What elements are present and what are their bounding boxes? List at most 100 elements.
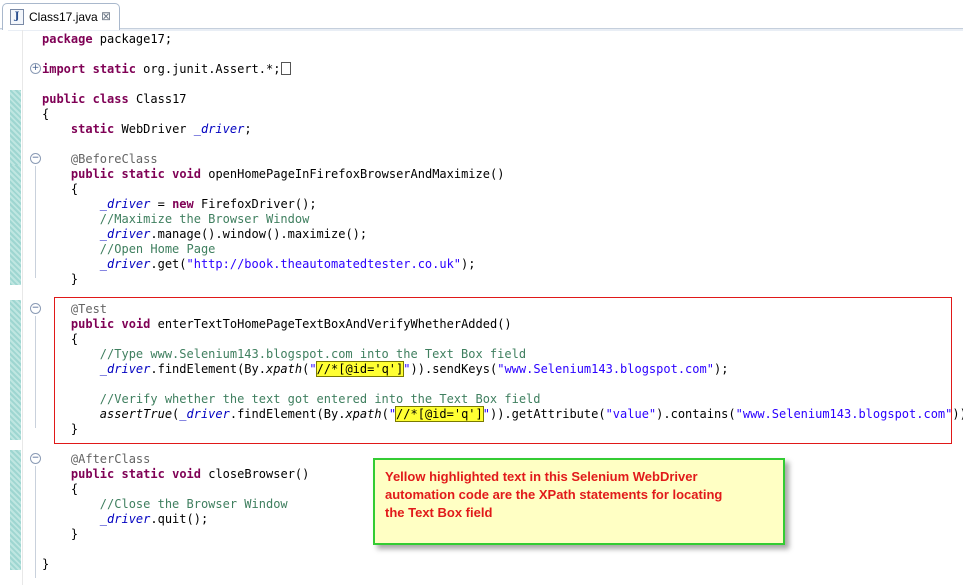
code-line[interactable]: @AfterClass	[42, 452, 150, 467]
fold-guide	[35, 166, 36, 278]
comment-token: //Open Home Page	[99, 242, 216, 256]
code-line[interactable]: public static void openHomePageInFirefox…	[42, 167, 505, 182]
code-line[interactable]: import static org.junit.Assert.*;	[42, 62, 292, 77]
tab-class17-java[interactable]: J Class17.java ⊠	[2, 3, 120, 30]
code-token: Class17	[128, 92, 187, 106]
keyword-token: void	[172, 167, 201, 181]
string-token: "http://book.theautomatedtester.co.uk"	[186, 257, 462, 271]
code-line[interactable]: _driver = new FirefoxDriver();	[42, 197, 317, 212]
code-line[interactable]: }	[42, 272, 78, 287]
code-line[interactable]: _driver.quit();	[42, 512, 208, 527]
fold-guide	[35, 466, 36, 578]
callout-text: Yellow highlighted text in this Selenium…	[385, 469, 723, 520]
tab-bar-divider	[0, 28, 963, 31]
collapse-fold-icon[interactable]: −	[30, 303, 41, 314]
collapse-fold-icon[interactable]: −	[30, 153, 41, 164]
code-line[interactable]: public class Class17	[42, 92, 187, 107]
overview-ruler	[22, 30, 23, 585]
code-line[interactable]: {	[42, 182, 78, 197]
java-file-icon: J	[10, 9, 24, 25]
code-token: }	[42, 272, 79, 286]
code-line[interactable]: public static void closeBrowser()	[42, 467, 309, 482]
code-line[interactable]: }	[42, 557, 49, 572]
code-line[interactable]: }	[42, 527, 78, 542]
keyword-token: public	[70, 167, 115, 181]
code-line[interactable]: @BeforeClass	[42, 152, 158, 167]
field-token: _driver	[99, 512, 151, 526]
keyword-token: new	[172, 197, 194, 211]
code-token: {	[42, 482, 79, 496]
collapse-fold-icon[interactable]: −	[30, 453, 41, 464]
change-bar	[10, 300, 21, 440]
field-token: _driver	[99, 257, 151, 271]
field-token: _driver	[193, 122, 245, 136]
code-line[interactable]: //Maximize the Browser Window	[42, 212, 310, 227]
keyword-token: class	[92, 92, 129, 106]
code-line[interactable]: static WebDriver _driver;	[42, 122, 252, 137]
keyword-token: public	[70, 467, 115, 481]
change-bar	[10, 450, 21, 570]
code-line[interactable]: //Close the Browser Window	[42, 497, 288, 512]
keyword-token: import	[42, 62, 86, 76]
code-line[interactable]: _driver.manage().window().maximize();	[42, 227, 367, 242]
keyword-token: public	[42, 92, 86, 106]
code-line[interactable]: {	[42, 482, 78, 497]
keyword-token: void	[172, 467, 201, 481]
close-tab-icon[interactable]: ⊠	[101, 8, 111, 24]
code-token: FirefoxDriver();	[193, 197, 317, 211]
keyword-token: static	[121, 467, 165, 481]
code-line[interactable]: package package17;	[42, 32, 172, 47]
code-token: ;	[244, 122, 252, 136]
annotation-token: @BeforeClass	[70, 152, 158, 166]
change-bar	[10, 165, 21, 285]
keyword-token: static	[92, 62, 136, 76]
comment-token: //Maximize the Browser Window	[99, 212, 310, 226]
editor-tab-bar: J Class17.java ⊠	[0, 0, 963, 31]
code-token: .manage().window().maximize();	[150, 227, 368, 241]
expand-fold-icon[interactable]: +	[30, 63, 41, 74]
keyword-token: static	[70, 122, 115, 136]
callout-note: Yellow highlighted text in this Selenium…	[373, 458, 785, 545]
fold-guide	[35, 316, 36, 428]
code-line[interactable]: _driver.get("http://book.theautomatedtes…	[42, 257, 476, 272]
keyword-token: package	[42, 32, 93, 46]
code-line[interactable]: {	[42, 107, 49, 122]
code-token: .get(	[150, 257, 187, 271]
code-token: {	[42, 107, 50, 121]
code-line[interactable]: //Open Home Page	[42, 242, 216, 257]
keyword-token: static	[121, 167, 165, 181]
code-token: openHomePageInFirefoxBrowserAndMaximize(…	[201, 167, 505, 181]
code-token: org.junit.Assert.*;	[135, 62, 281, 76]
editor-left-margin	[0, 30, 8, 585]
change-bar	[10, 90, 21, 165]
code-token: WebDriver	[114, 122, 194, 136]
code-token: );	[461, 257, 476, 271]
code-token: {	[42, 182, 79, 196]
code-token: package17;	[92, 32, 173, 46]
field-token: _driver	[99, 227, 151, 241]
test-method-highlight-box	[54, 297, 952, 444]
annotation-token: @AfterClass	[70, 452, 151, 466]
folded-import-icon[interactable]	[281, 62, 292, 75]
code-token: }	[42, 557, 50, 571]
comment-token: //Close the Browser Window	[99, 497, 288, 511]
field-token: _driver	[99, 197, 151, 211]
